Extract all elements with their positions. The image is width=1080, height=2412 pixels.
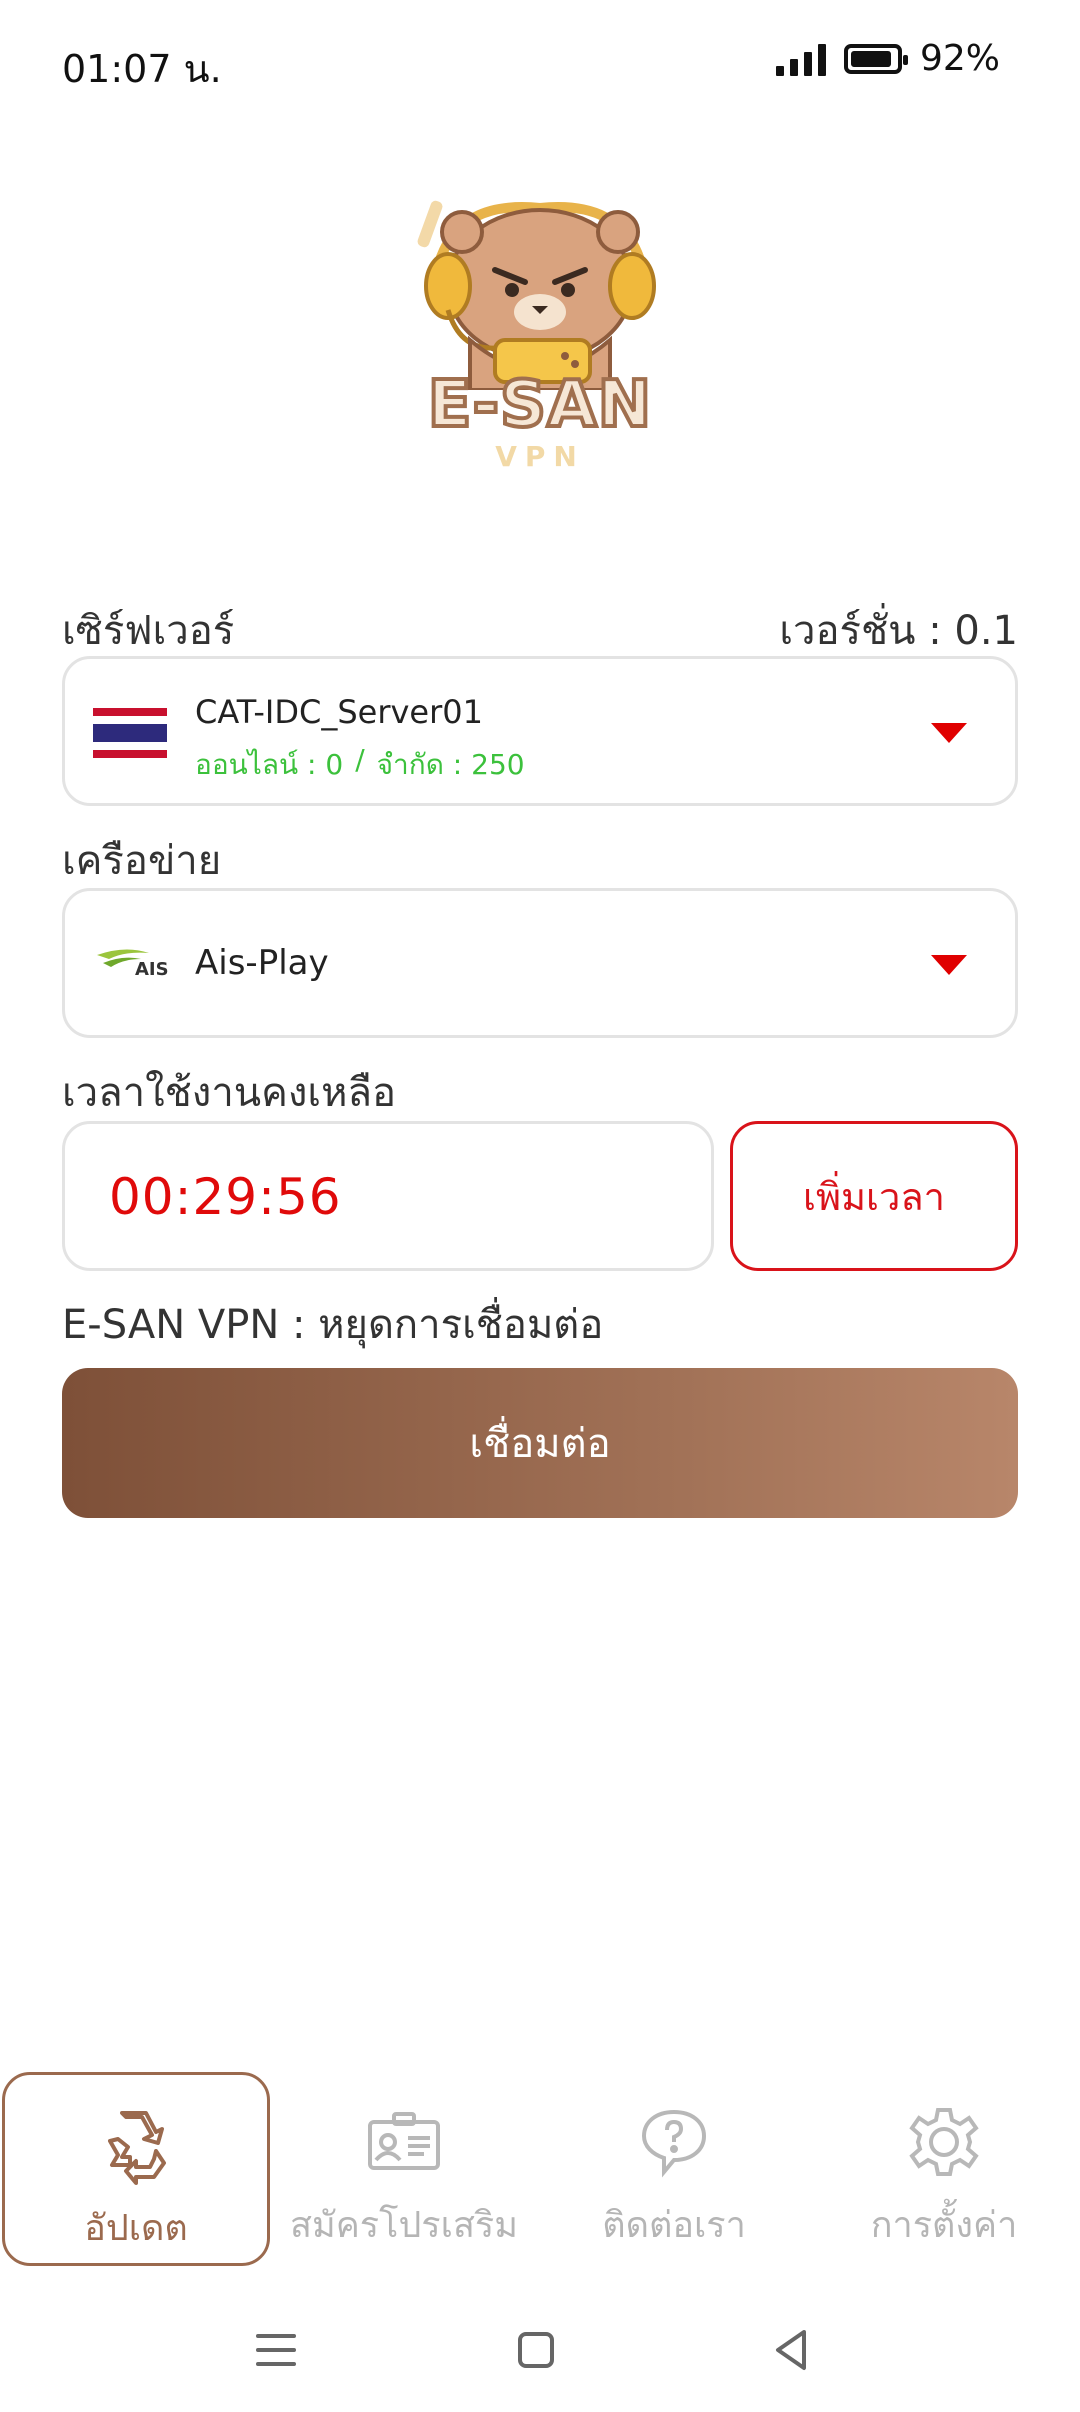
status-indicators: 92% (775, 38, 1000, 79)
thailand-flag-icon (93, 708, 167, 758)
logo-subtitle: VPN (495, 440, 585, 473)
network-selector[interactable]: AIS Ais-Play (62, 888, 1018, 1038)
time-remaining-value: 00:29:56 (109, 1168, 342, 1226)
add-time-button[interactable]: เพิ่มเวลา (730, 1121, 1018, 1271)
id-card-icon (368, 2112, 440, 2170)
server-label: เซิร์ฟเวอร์ (62, 608, 235, 654)
gear-icon (909, 2108, 979, 2176)
menu-icon[interactable] (246, 2320, 306, 2380)
nav-label: การตั้งค่า (870, 2205, 1018, 2246)
time-remaining-box: 00:29:56 (62, 1121, 714, 1271)
signal-icon (775, 42, 826, 76)
help-chat-icon (641, 2109, 707, 2178)
server-separator: / (355, 743, 365, 776)
battery-icon (843, 43, 908, 74)
recycle-icon (108, 2111, 166, 2185)
logo-title: E-SAN (426, 366, 653, 444)
nav-label: อัปเดต (84, 2208, 188, 2249)
home-icon[interactable] (506, 2320, 566, 2380)
status-time: 01:07 น. (62, 47, 222, 91)
nav-promo[interactable]: สมัครโปรเสริม (270, 2072, 538, 2266)
app-logo: E-SAN VPN (400, 190, 680, 480)
network-name: Ais-Play (195, 943, 329, 983)
battery-percent: 92% (919, 38, 1000, 79)
ais-logo-text: AIS (135, 959, 169, 980)
server-limit: จำกัด : 250 (376, 748, 525, 781)
nav-settings[interactable]: การตั้งค่า (810, 2072, 1078, 2266)
version-label: เวอร์ชั่น : 0.1 (779, 608, 1018, 654)
connect-button[interactable]: เชื่อมต่อ (62, 1368, 1018, 1518)
nav-contact[interactable]: ติดต่อเรา (540, 2072, 808, 2266)
network-label: เครือข่าย (62, 838, 222, 884)
ais-logo-icon: AIS (95, 945, 175, 989)
nav-label: ติดต่อเรา (602, 2205, 746, 2246)
server-name: CAT-IDC_Server01 (195, 693, 483, 731)
connection-status: E-SAN VPN : หยุดการเชื่อมต่อ (62, 1302, 604, 1348)
server-stats: ออนไลน์ : 0 / จำกัด : 250 (195, 743, 525, 787)
bear-mascot-icon (417, 200, 656, 392)
nav-update[interactable]: อัปเดต (2, 2072, 270, 2266)
nav-label: สมัครโปรเสริม (290, 2205, 518, 2246)
time-remaining-label: เวลาใช้งานคงเหลือ (62, 1070, 396, 1116)
server-selector[interactable]: CAT-IDC_Server01 ออนไลน์ : 0 / จำกัด : 2… (62, 656, 1018, 806)
server-online: ออนไลน์ : 0 (195, 748, 344, 781)
dropdown-arrow-icon[interactable] (931, 723, 967, 743)
back-icon[interactable] (762, 2320, 822, 2380)
dropdown-arrow-icon[interactable] (931, 955, 967, 975)
